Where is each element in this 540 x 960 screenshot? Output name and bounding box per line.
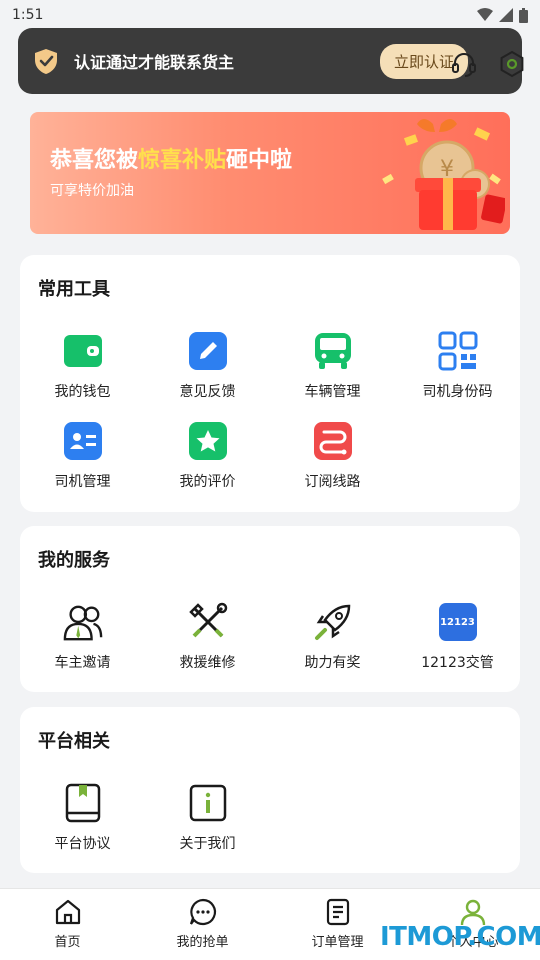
chat-icon (189, 898, 216, 926)
driver-id-code-item[interactable]: 司机身份码 (395, 331, 520, 401)
subscribe-route-item[interactable]: 订阅线路 (270, 421, 395, 491)
tab-my-grab-orders[interactable]: 我的抢单 (135, 897, 270, 950)
home-icon (55, 899, 80, 925)
bus-icon (313, 331, 353, 371)
feedback-item[interactable]: 意见反馈 (145, 331, 270, 401)
rocket-icon (313, 602, 353, 642)
traffic-12123-badge: 12123 (440, 616, 475, 628)
platform-title: 平台相关 (38, 731, 110, 752)
tab-home[interactable]: 首页 (0, 897, 135, 950)
vehicle-manage-item[interactable]: 车辆管理 (270, 331, 395, 401)
info-icon (188, 783, 228, 823)
tools-card: 常用工具 我的钱包 意见反馈 车辆管理 司机身份码 司机管理 我的评价 订阅线路 (20, 255, 520, 512)
document-icon (326, 898, 349, 926)
invite-icon (63, 602, 103, 642)
repair-icon (188, 602, 228, 642)
notice-text: 认证通过才能联系货主 (74, 53, 235, 72)
banner-subtitle: 可享特价加油 (50, 183, 134, 199)
shield-check-icon (35, 49, 57, 74)
id-card-icon (63, 421, 103, 461)
signal-icon (499, 8, 513, 22)
wallet-item[interactable]: 我的钱包 (20, 331, 145, 401)
services-title: 我的服务 (38, 550, 110, 571)
verification-notice: 认证通过才能联系货主 立即认证 (18, 28, 522, 94)
subsidy-banner[interactable]: 恭喜您被惊喜补贴砸中啦 可享特价加油 ¥ (30, 112, 510, 234)
driver-manage-item[interactable]: 司机管理 (20, 421, 145, 491)
settings-icon[interactable] (498, 50, 526, 78)
banner-title: 恭喜您被惊喜补贴砸中啦 (50, 148, 293, 173)
owner-invite-item[interactable]: 车主邀请 (20, 602, 145, 672)
services-card: 我的服务 车主邀请 救援维修 助力有奖 12123 12123交管 (20, 526, 520, 692)
about-us-item[interactable]: 关于我们 (145, 783, 270, 853)
status-time: 1:51 (12, 7, 44, 23)
customer-service-icon[interactable] (450, 50, 478, 78)
star-icon (188, 421, 228, 461)
my-rating-item[interactable]: 我的评价 (145, 421, 270, 491)
book-icon (63, 783, 103, 823)
qrcode-icon (438, 331, 478, 371)
wifi-icon (477, 8, 493, 21)
platform-card: 平台相关 平台协议 关于我们 (20, 707, 520, 873)
edit-icon (188, 331, 228, 371)
gift-box-icon: ¥ (382, 119, 505, 230)
status-bar: 1:51 (0, 0, 540, 30)
traffic-12123-icon: 12123 (438, 602, 478, 642)
battery-icon (519, 7, 528, 23)
route-icon (313, 421, 353, 461)
tools-title: 常用工具 (38, 279, 110, 300)
traffic-12123-item[interactable]: 12123 12123交管 (395, 602, 520, 672)
wallet-icon (63, 331, 103, 371)
watermark: ITMOP.COM (380, 922, 540, 952)
rescue-repair-item[interactable]: 救援维修 (145, 602, 270, 672)
boost-reward-item[interactable]: 助力有奖 (270, 602, 395, 672)
platform-agreement-item[interactable]: 平台协议 (20, 783, 145, 853)
